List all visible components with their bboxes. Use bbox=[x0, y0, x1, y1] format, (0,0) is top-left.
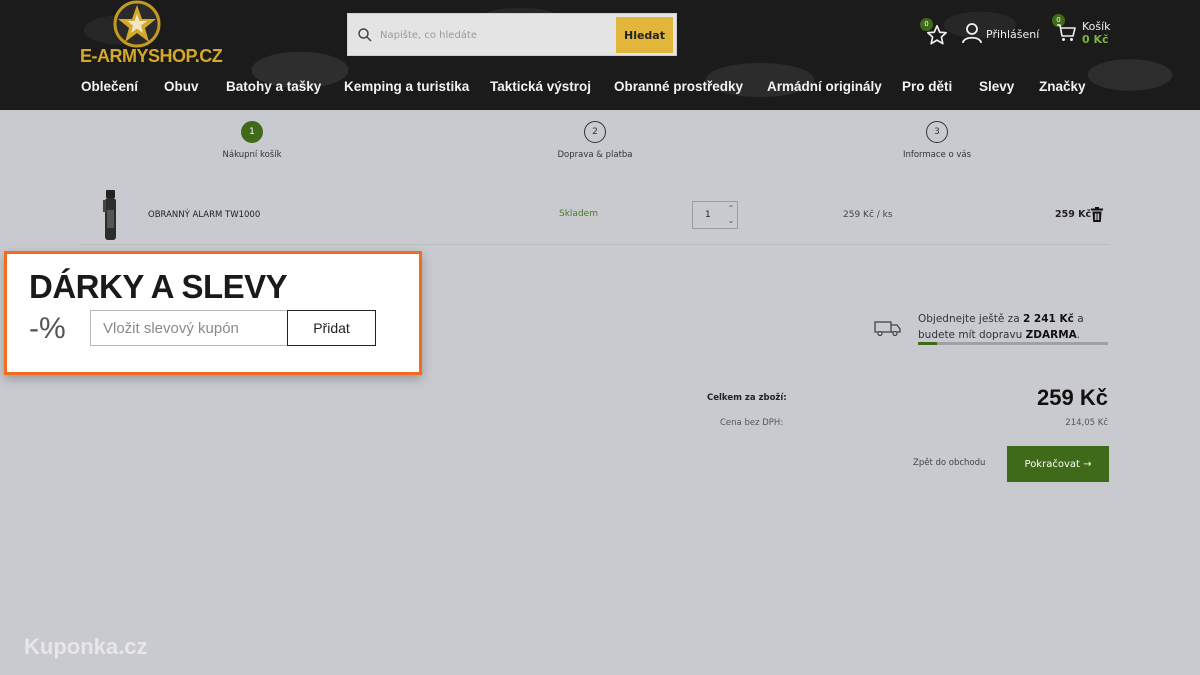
chevron-down-icon[interactable]: ⌄ bbox=[726, 216, 736, 226]
net-price-label: Cena bez DPH: bbox=[720, 418, 784, 428]
quantity-value[interactable]: 1 bbox=[705, 210, 711, 220]
trash-icon[interactable] bbox=[1091, 207, 1103, 222]
watermark: Kuponka.cz bbox=[24, 634, 148, 659]
search-input[interactable] bbox=[380, 20, 612, 50]
shipping-progress-fill bbox=[918, 342, 937, 345]
nav-item-batohy[interactable]: Batohy a tašky bbox=[226, 79, 321, 94]
continue-button[interactable]: Pokračovat → bbox=[1007, 446, 1109, 482]
coupon-code-input[interactable] bbox=[90, 310, 288, 346]
add-coupon-button[interactable]: Přidat bbox=[287, 310, 376, 346]
step-number: 2 bbox=[584, 121, 606, 143]
step-label: Doprava & platba bbox=[557, 150, 633, 160]
nav-item-obuv[interactable]: Obuv bbox=[164, 79, 199, 94]
step-customer-info[interactable]: 3 Informace o vás bbox=[847, 120, 1027, 166]
step-label: Nákupní košík bbox=[222, 150, 282, 160]
step-label: Informace o vás bbox=[902, 150, 972, 160]
nav-item-armadni-originaly[interactable]: Armádní originály bbox=[767, 79, 882, 94]
goods-total-label: Celkem za zboží: bbox=[707, 393, 787, 403]
star-emblem-icon bbox=[113, 0, 161, 48]
cart-label: Košík bbox=[1082, 20, 1111, 33]
cart-total: 0 Kč bbox=[1082, 33, 1109, 46]
wishlist-button[interactable]: 0 bbox=[918, 18, 954, 50]
nav-item-takticka-vystroj[interactable]: Taktická výstroj bbox=[490, 79, 591, 94]
step-shipping-payment[interactable]: 2 Doprava & platba bbox=[505, 120, 685, 166]
nav-item-pro-deti[interactable]: Pro děti bbox=[902, 79, 952, 94]
chevron-up-icon[interactable]: ⌃ bbox=[726, 204, 736, 214]
unit-price: 259 Kč / ks bbox=[843, 210, 893, 220]
nav-item-znacky[interactable]: Značky bbox=[1039, 79, 1086, 94]
search-icon bbox=[358, 28, 372, 42]
line-total: 259 Kč bbox=[1055, 209, 1092, 220]
nav-item-slevy[interactable]: Slevy bbox=[979, 79, 1014, 94]
search-button[interactable]: Hledat bbox=[616, 17, 673, 53]
free-label: ZDARMA bbox=[1025, 329, 1077, 341]
coupon-callout: DÁRKY A SLEVY -% Přidat bbox=[4, 251, 422, 375]
star-icon bbox=[927, 25, 947, 45]
quantity-stepper[interactable]: 1 ⌃ ⌄ bbox=[692, 201, 738, 229]
step-number: 1 bbox=[241, 121, 263, 143]
login-label: Přihlášení bbox=[986, 28, 1040, 41]
logo-text: E-ARMYSHOP.CZ bbox=[80, 46, 223, 66]
search-bar: Hledat bbox=[347, 13, 677, 56]
remaining-amount: 2 241 Kč bbox=[1022, 313, 1074, 325]
step-cart[interactable]: 1 Nákupní košík bbox=[162, 120, 342, 166]
nav-item-kemping[interactable]: Kemping a turistika bbox=[344, 79, 469, 94]
stock-status: Skladem bbox=[559, 209, 598, 219]
shopping-cart-icon bbox=[1057, 24, 1076, 41]
truck-icon bbox=[874, 321, 901, 337]
free-shipping-text: Objednejte ještě za 2 241 Kč a budete mí… bbox=[918, 313, 1084, 341]
cart-item-row: OBRANNÝ ALARM TW1000 Skladem 1 ⌃ ⌄ 259 K… bbox=[80, 184, 1110, 245]
product-image[interactable] bbox=[100, 188, 122, 242]
product-name[interactable]: OBRANNÝ ALARM TW1000 bbox=[148, 210, 260, 220]
percent-icon: -% bbox=[29, 312, 66, 345]
nav-item-obranne-prostredky[interactable]: Obranné prostředky bbox=[614, 79, 743, 94]
coupon-title: DÁRKY A SLEVY bbox=[29, 268, 288, 305]
goods-total-value: 259 Kč bbox=[1037, 385, 1108, 410]
user-icon bbox=[962, 23, 982, 44]
site-header: E-ARMYSHOP.CZ Hledat 0 Přihlášení 0 Koší… bbox=[0, 0, 1200, 110]
main-nav: Oblečení Obuv Batohy a tašky Kemping a t… bbox=[0, 79, 1200, 101]
nav-item-obleceni[interactable]: Oblečení bbox=[81, 79, 138, 94]
net-price-value: 214,05 Kč bbox=[1065, 418, 1108, 428]
site-logo[interactable]: E-ARMYSHOP.CZ bbox=[80, 0, 225, 70]
back-to-shop-link[interactable]: Zpět do obchodu bbox=[913, 458, 985, 468]
cart-button[interactable]: 0 Košík 0 Kč bbox=[1050, 14, 1120, 54]
shipping-progress-bar bbox=[918, 342, 1108, 345]
step-number: 3 bbox=[926, 121, 948, 143]
free-shipping-info: Objednejte ještě za 2 241 Kč a budete mí… bbox=[874, 309, 1110, 349]
